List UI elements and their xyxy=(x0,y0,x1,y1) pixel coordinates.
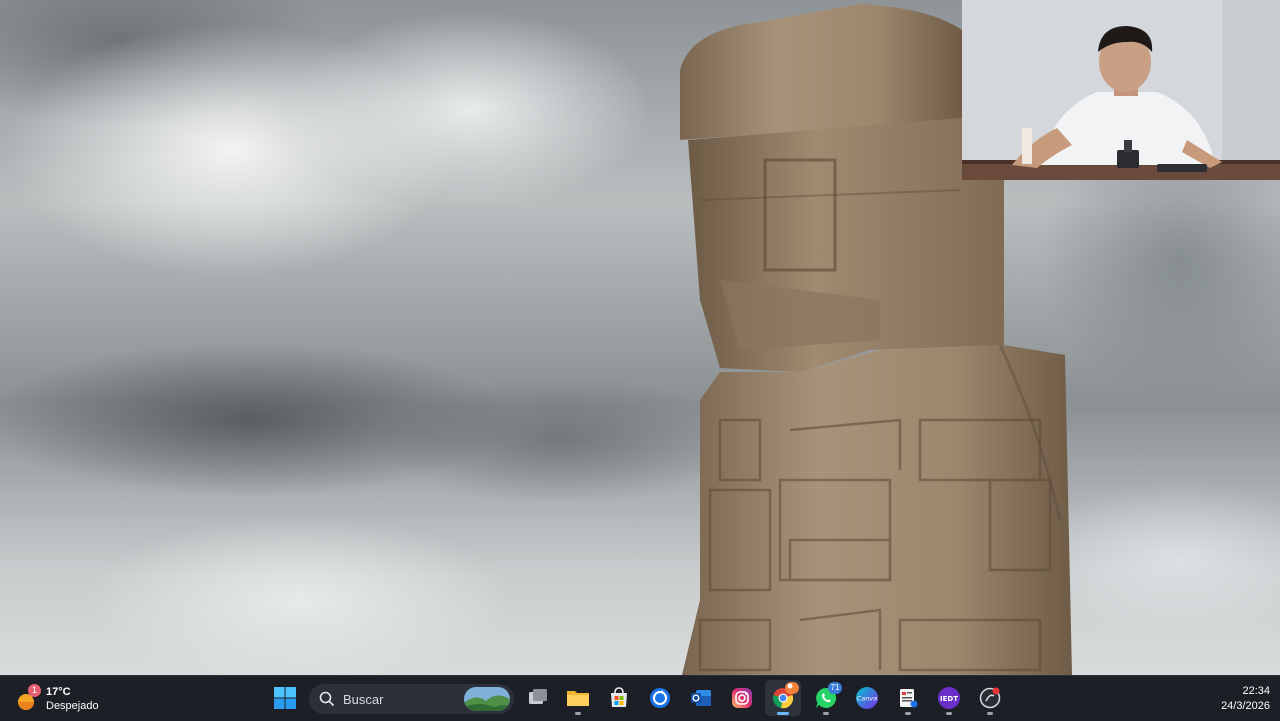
store-icon xyxy=(611,687,627,707)
task-view-icon xyxy=(529,689,547,704)
taskbar-instagram[interactable] xyxy=(724,680,760,716)
sun-cloud-icon: 1 xyxy=(14,684,41,712)
taskbar-blue-app[interactable] xyxy=(642,680,678,716)
taskbar-whatsapp[interactable]: 71 xyxy=(808,680,844,716)
taskbar-document-app[interactable] xyxy=(890,680,926,716)
search-placeholder: Buscar xyxy=(343,691,384,707)
taskbar-outlook[interactable] xyxy=(683,680,719,716)
clock-time: 22:34 xyxy=(1242,685,1270,697)
running-indicator xyxy=(905,712,911,715)
running-indicator xyxy=(987,712,993,715)
blue-sync-icon xyxy=(650,688,670,708)
taskbar-chrome[interactable] xyxy=(765,680,801,716)
taskbar-store[interactable] xyxy=(601,680,637,716)
document-app-icon xyxy=(900,689,918,708)
instagram-icon xyxy=(732,688,752,708)
weather-notification-badge: 1 xyxy=(28,684,41,697)
taskbar-dark-app[interactable] xyxy=(972,680,1008,716)
chrome-notification-badge xyxy=(785,682,799,694)
running-indicator xyxy=(823,712,829,715)
active-indicator xyxy=(777,712,789,715)
taskbar-iedt[interactable]: IEDT xyxy=(931,680,967,716)
whatsapp-notification-badge: 71 xyxy=(828,682,842,694)
search-icon xyxy=(319,691,335,707)
search-highlight-image xyxy=(464,687,510,711)
canva-icon: Canva xyxy=(856,687,878,709)
taskbar: 1 17°C Despejado Buscar 71 Canva IEDT 22… xyxy=(0,675,1280,721)
system-clock[interactable]: 22:34 24/3/2026 xyxy=(1221,684,1270,714)
taskbar-canva[interactable]: Canva xyxy=(849,680,885,716)
start-button[interactable] xyxy=(267,680,303,716)
weather-temperature: 17°C xyxy=(46,686,71,698)
running-indicator xyxy=(575,712,581,715)
weather-widget[interactable]: 1 17°C Despejado xyxy=(14,682,134,716)
iedt-label: IEDT xyxy=(940,695,958,703)
running-indicator xyxy=(946,712,952,715)
presenter-video xyxy=(962,0,1280,180)
outlook-icon xyxy=(691,690,711,706)
clock-date: 24/3/2026 xyxy=(1221,700,1270,712)
canva-label: Canva xyxy=(857,695,877,703)
iedt-icon: IEDT xyxy=(938,687,960,709)
windows-start-icon xyxy=(274,687,296,709)
weather-condition: Despejado xyxy=(46,700,99,712)
taskbar-file-explorer[interactable] xyxy=(560,680,596,716)
webcam-overlay xyxy=(962,0,1280,180)
task-view-button[interactable] xyxy=(520,680,556,716)
folder-icon xyxy=(567,691,589,706)
dark-app-icon xyxy=(979,687,1001,709)
search-box[interactable]: Buscar xyxy=(309,684,514,714)
